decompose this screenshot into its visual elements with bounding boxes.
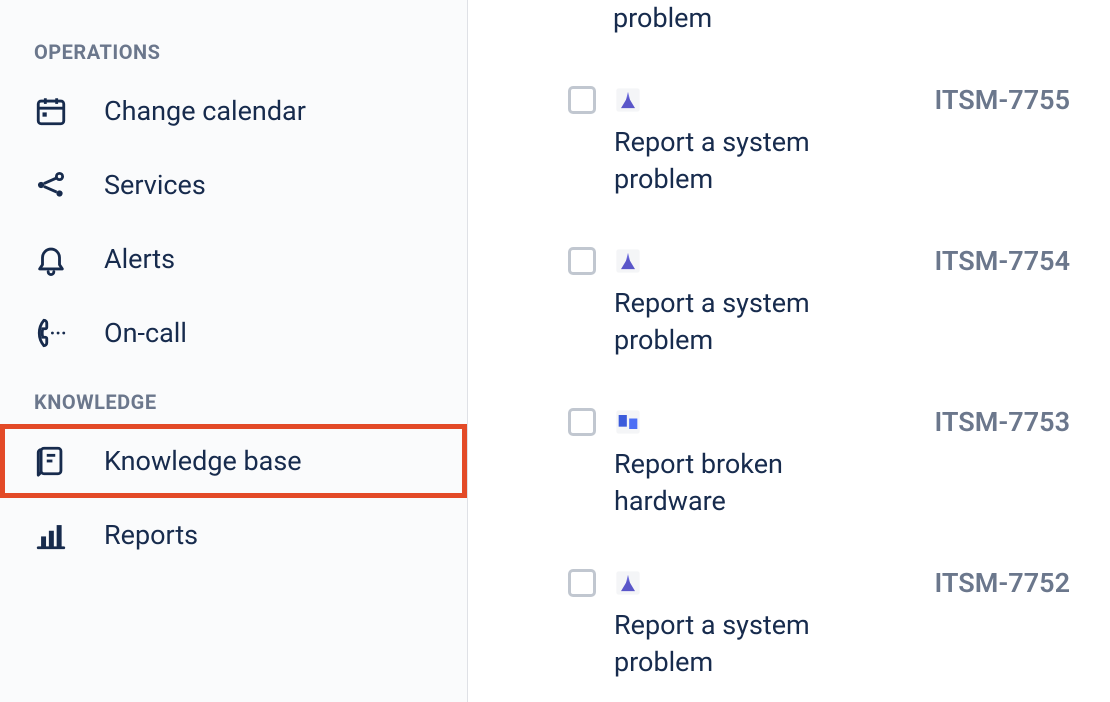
sidebar-item-label: Knowledge base xyxy=(104,445,302,477)
sidebar-item-services[interactable]: Services xyxy=(0,148,467,222)
section-header-operations: OPERATIONS xyxy=(0,20,467,74)
sidebar-item-reports[interactable]: Reports xyxy=(0,498,467,572)
ticket-checkbox[interactable] xyxy=(568,408,596,436)
ticket-summary[interactable]: Report a system problem xyxy=(614,607,814,680)
sidebar-item-label: Reports xyxy=(104,519,198,551)
system-problem-icon xyxy=(614,247,642,275)
ticket-row: Report a system problem ITSM-7754 xyxy=(568,221,1070,382)
system-problem-icon xyxy=(614,569,642,597)
ticket-row: Report broken hardware ITSM-7753 xyxy=(568,382,1070,543)
ticket-row: Report a system problem ITSM-7755 xyxy=(568,60,1070,221)
bell-icon xyxy=(34,242,68,276)
ticket-list: problem Report a system problem ITSM-775… xyxy=(468,0,1110,702)
section-header-knowledge: KNOWLEDGE xyxy=(0,370,467,424)
ticket-id[interactable]: ITSM-7755 xyxy=(935,84,1070,116)
system-problem-icon xyxy=(614,86,642,114)
ticket-row-partial: problem xyxy=(568,0,1070,60)
calendar-icon xyxy=(34,94,68,128)
ticket-summary[interactable]: problem xyxy=(613,0,712,36)
ticket-id[interactable]: ITSM-7753 xyxy=(935,406,1070,438)
ticket-checkbox[interactable] xyxy=(568,569,596,597)
sidebar-item-knowledge-base[interactable]: Knowledge base xyxy=(0,424,467,498)
sidebar-item-label: Services xyxy=(104,169,206,201)
sidebar: OPERATIONS Change calendar Services xyxy=(0,0,468,702)
ticket-id[interactable]: ITSM-7754 xyxy=(935,245,1070,277)
sidebar-item-change-calendar[interactable]: Change calendar xyxy=(0,74,467,148)
ticket-checkbox[interactable] xyxy=(568,86,596,114)
sidebar-item-alerts[interactable]: Alerts xyxy=(0,222,467,296)
sidebar-item-label: On-call xyxy=(104,317,187,349)
sidebar-item-label: Alerts xyxy=(104,243,175,275)
ticket-id[interactable]: ITSM-7752 xyxy=(935,567,1070,599)
ticket-row: Report a system problem ITSM-7752 xyxy=(568,543,1070,702)
chart-icon xyxy=(34,518,68,552)
book-icon xyxy=(34,444,68,478)
ticket-summary[interactable]: Report a system problem xyxy=(614,285,814,358)
services-icon xyxy=(34,168,68,202)
hardware-icon xyxy=(614,408,642,436)
sidebar-item-on-call[interactable]: On-call xyxy=(0,296,467,370)
phone-icon xyxy=(34,316,68,350)
ticket-summary[interactable]: Report a system problem xyxy=(614,124,814,197)
ticket-checkbox[interactable] xyxy=(568,247,596,275)
ticket-summary[interactable]: Report broken hardware xyxy=(614,446,814,519)
sidebar-item-label: Change calendar xyxy=(104,95,306,127)
